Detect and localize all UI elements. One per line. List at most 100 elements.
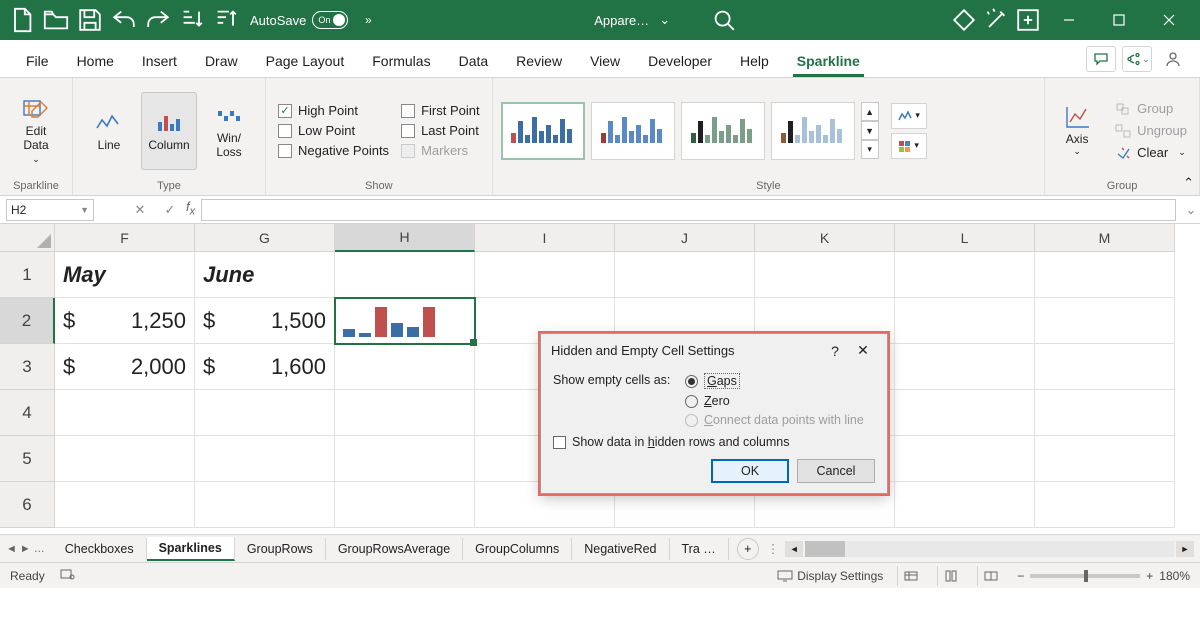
tab-formulas[interactable]: Formulas [358,45,444,77]
undo-icon[interactable] [110,6,138,34]
account-icon[interactable] [1158,46,1188,72]
sheet-nav-prev[interactable]: ◄ [6,543,17,555]
check-negative-points[interactable]: Negative Points [278,143,389,158]
row-header-4[interactable]: 4 [0,390,55,436]
cell-G1[interactable]: June [195,252,335,298]
cell-H2[interactable] [335,298,475,344]
row-header-5[interactable]: 5 [0,436,55,482]
close-button[interactable] [1146,0,1192,40]
cell-G2[interactable]: $1,500 [195,298,335,344]
redo-icon[interactable] [144,6,172,34]
radio-gaps[interactable]: Gaps [685,373,864,389]
hscroll-left[interactable]: ◄ [785,541,803,557]
tab-draw[interactable]: Draw [191,45,252,77]
col-header-J[interactable]: J [615,224,755,252]
check-show-hidden[interactable]: Show data in hidden rows and columns [553,435,875,449]
cell-H1[interactable] [335,252,475,298]
col-header-L[interactable]: L [895,224,1035,252]
cell-M2[interactable] [1035,298,1175,344]
macro-record-icon[interactable] [59,567,75,584]
sheet-tab-checkboxes[interactable]: Checkboxes [53,538,147,560]
collapse-ribbon-icon[interactable]: ⌃ [1183,175,1194,191]
row-header-1[interactable]: 1 [0,252,55,298]
hscroll-thumb[interactable] [805,541,845,557]
tab-insert[interactable]: Insert [128,45,191,77]
row-header-2[interactable]: 2 [0,298,55,344]
autosave-toggle[interactable]: AutoSave On [250,11,348,29]
zoom-level[interactable]: 180% [1159,569,1190,583]
select-all-corner[interactable] [0,224,55,252]
save-icon[interactable] [76,6,104,34]
type-winloss-button[interactable]: Win/ Loss [201,92,257,170]
tab-page-layout[interactable]: Page Layout [252,45,359,77]
type-column-button[interactable]: Column [141,92,197,170]
tab-sparkline[interactable]: Sparkline [783,45,874,77]
sheet-nav-more[interactable]: … [34,543,45,555]
col-header-G[interactable]: G [195,224,335,252]
dialog-help-icon[interactable]: ? [821,343,849,359]
col-header-F[interactable]: F [55,224,195,252]
cell-L2[interactable] [895,298,1035,344]
zoom-out[interactable]: − [1017,569,1024,583]
check-first-point[interactable]: First Point [401,103,480,118]
view-page-break[interactable] [977,566,1003,586]
sheet-tab-groupcolumns[interactable]: GroupColumns [463,538,572,560]
style-item-3[interactable] [681,102,765,160]
cell-F3[interactable]: $2,000 [55,344,195,390]
sparkline-color-button[interactable]: ▾ [891,103,927,129]
cell-K1[interactable] [755,252,895,298]
style-item-2[interactable] [591,102,675,160]
view-page-layout[interactable] [937,566,963,586]
tab-data[interactable]: Data [445,45,503,77]
style-scroll-down[interactable]: ▼ [861,121,879,140]
expand-formula-bar[interactable]: ⌄ [1182,202,1200,218]
cell-F1[interactable]: May [55,252,195,298]
add-sheet-button[interactable]: + [737,538,759,560]
sheet-tab-grouprowsavg[interactable]: GroupRowsAverage [326,538,463,560]
type-line-button[interactable]: Line [81,92,137,170]
edit-data-button[interactable]: Edit Data⌄ [8,92,64,170]
cell-I1[interactable] [475,252,615,298]
radio-zero[interactable]: Zero [685,394,864,408]
sort-desc-icon[interactable] [212,6,240,34]
check-high-point[interactable]: High Point [278,103,389,118]
style-item-4[interactable] [771,102,855,160]
tab-file[interactable]: File [12,45,63,77]
ok-button[interactable]: OK [711,459,789,483]
open-file-icon[interactable] [42,6,70,34]
wand-icon[interactable] [982,6,1010,34]
cell-G3[interactable]: $1,600 [195,344,335,390]
col-header-I[interactable]: I [475,224,615,252]
sort-asc-icon[interactable] [178,6,206,34]
sheet-tab-sparklines[interactable]: Sparklines [147,537,235,561]
row-header-3[interactable]: 3 [0,344,55,390]
sheet-tab-grouprows[interactable]: GroupRows [235,538,326,560]
dialog-close-icon[interactable]: ✕ [849,342,877,359]
display-settings[interactable]: Display Settings [777,569,883,583]
minimize-button[interactable] [1046,0,1092,40]
hscroll-right[interactable]: ► [1176,541,1194,557]
clear-cmd[interactable]: Clear⌄ [1111,143,1191,162]
style-scroll-up[interactable]: ▲ [861,102,879,121]
cancel-button[interactable]: Cancel [797,459,875,483]
style-more[interactable]: ▾ [861,140,879,159]
style-item-1[interactable] [501,102,585,160]
col-header-M[interactable]: M [1035,224,1175,252]
check-last-point[interactable]: Last Point [401,123,480,138]
tab-home[interactable]: Home [63,45,128,77]
tab-view[interactable]: View [576,45,634,77]
cell-M1[interactable] [1035,252,1175,298]
diamond-icon[interactable] [950,6,978,34]
check-low-point[interactable]: Low Point [278,123,389,138]
view-normal[interactable] [897,566,923,586]
marker-color-button[interactable]: ▾ [891,133,927,159]
axis-button[interactable]: Axis⌄ [1053,104,1101,157]
cell-M3[interactable] [1035,344,1175,390]
col-header-K[interactable]: K [755,224,895,252]
hscroll-track[interactable] [805,541,1174,557]
cell-H3[interactable] [335,344,475,390]
doc-dropdown-icon[interactable]: ⌄ [659,12,670,28]
comments-button[interactable] [1086,46,1116,72]
cell-L1[interactable] [895,252,1035,298]
col-header-H[interactable]: H [335,224,475,252]
